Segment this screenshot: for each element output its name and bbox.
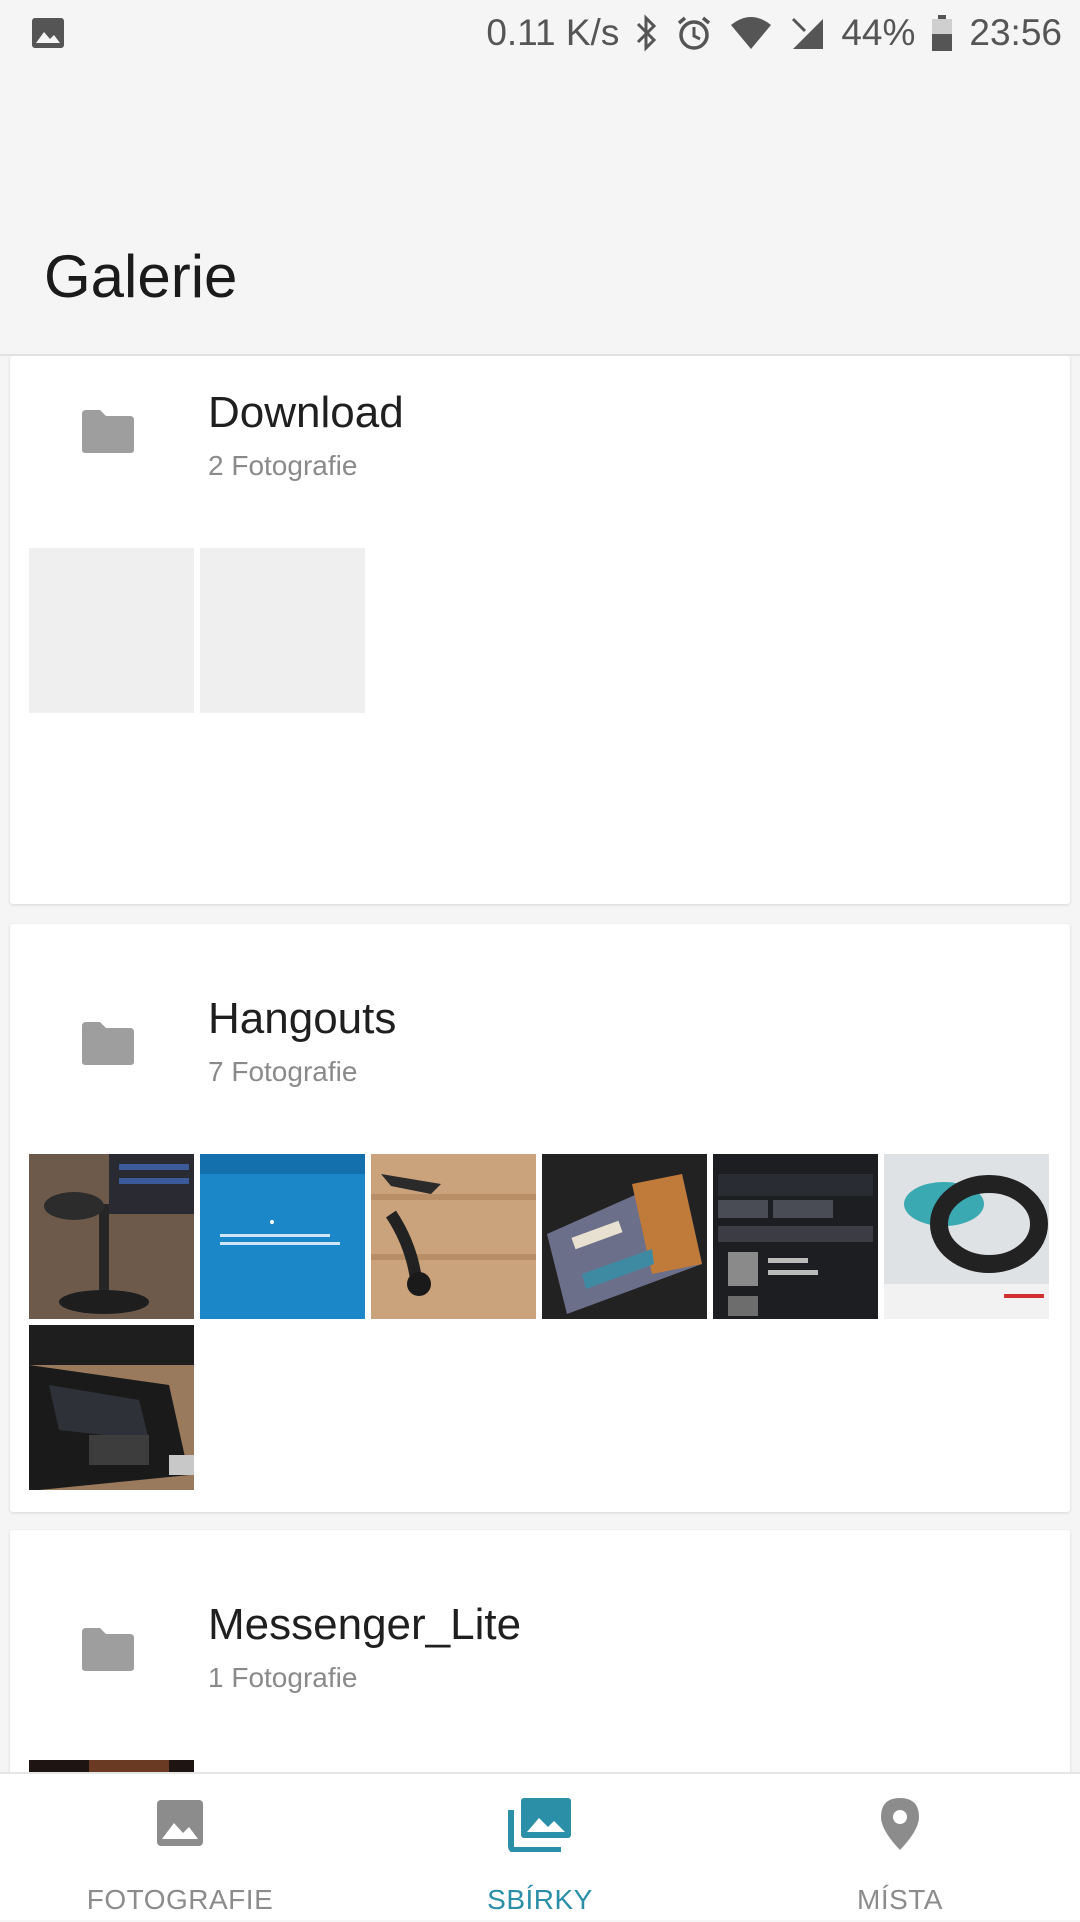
place-pin-icon <box>879 1796 921 1857</box>
photo-thumbnail[interactable] <box>884 1154 1049 1319</box>
album-list[interactable]: Download 2 Fotografie Hangouts 7 Fotogra… <box>0 356 1080 1772</box>
app-bar: Galerie <box>0 66 1080 356</box>
photo-icon <box>153 1796 207 1855</box>
album-name: Hangouts <box>208 994 397 1043</box>
photo-thumbnail[interactable] <box>713 1154 878 1319</box>
battery-percent: 44% <box>841 12 916 53</box>
alarm-icon <box>675 14 713 52</box>
album-count: 2 Fotografie <box>208 450 358 481</box>
photo-thumbnail[interactable] <box>200 1154 365 1319</box>
nav-label: FOTOGRAFIE <box>86 1884 274 1915</box>
thumbnail-placeholder[interactable] <box>29 548 194 713</box>
bottom-navigation: FOTOGRAFIE SBÍRKY MÍSTA <box>0 1772 1080 1920</box>
nav-item-collections[interactable]: SBÍRKY <box>360 1774 720 1922</box>
status-bar: 0.11 K/s 44% 23:56 <box>0 0 1080 66</box>
nav-label: MÍSTA <box>857 1884 943 1915</box>
folder-icon <box>80 1020 136 1071</box>
bluetooth-icon <box>635 14 659 52</box>
album-name: Messenger_Lite <box>208 1600 522 1649</box>
photo-thumbnail[interactable] <box>371 1154 536 1319</box>
photo-thumbnail[interactable] <box>29 1325 194 1490</box>
album-card-download[interactable]: Download 2 Fotografie <box>10 356 1070 904</box>
collections-icon <box>507 1796 573 1857</box>
nav-item-photos[interactable]: FOTOGRAFIE <box>0 1774 360 1922</box>
network-speed: 0.11 K/s <box>486 12 620 53</box>
photo-thumbnail[interactable] <box>542 1154 707 1319</box>
nav-label: SBÍRKY <box>487 1884 593 1915</box>
album-card-messenger-lite[interactable]: Messenger_Lite 1 Fotografie <box>10 1530 1070 1772</box>
clock: 23:56 <box>969 12 1062 53</box>
thumbnail-placeholder[interactable] <box>200 548 365 713</box>
page-title: Galerie <box>44 243 238 310</box>
folder-icon <box>80 408 136 459</box>
album-count: 1 Fotografie <box>208 1662 358 1693</box>
signal-icon <box>789 15 825 51</box>
wifi-icon <box>729 15 773 51</box>
battery-icon <box>931 14 953 52</box>
album-card-hangouts[interactable]: Hangouts 7 Fotografie <box>10 924 1070 1512</box>
album-count: 7 Fotografie <box>208 1056 358 1087</box>
photo-thumbnail[interactable] <box>29 1154 194 1319</box>
nav-item-places[interactable]: MÍSTA <box>720 1774 1080 1922</box>
folder-icon <box>80 1626 136 1677</box>
photo-thumbnail[interactable] <box>29 1760 194 1772</box>
album-name: Download <box>208 388 404 437</box>
gallery-notification-icon <box>30 16 66 55</box>
